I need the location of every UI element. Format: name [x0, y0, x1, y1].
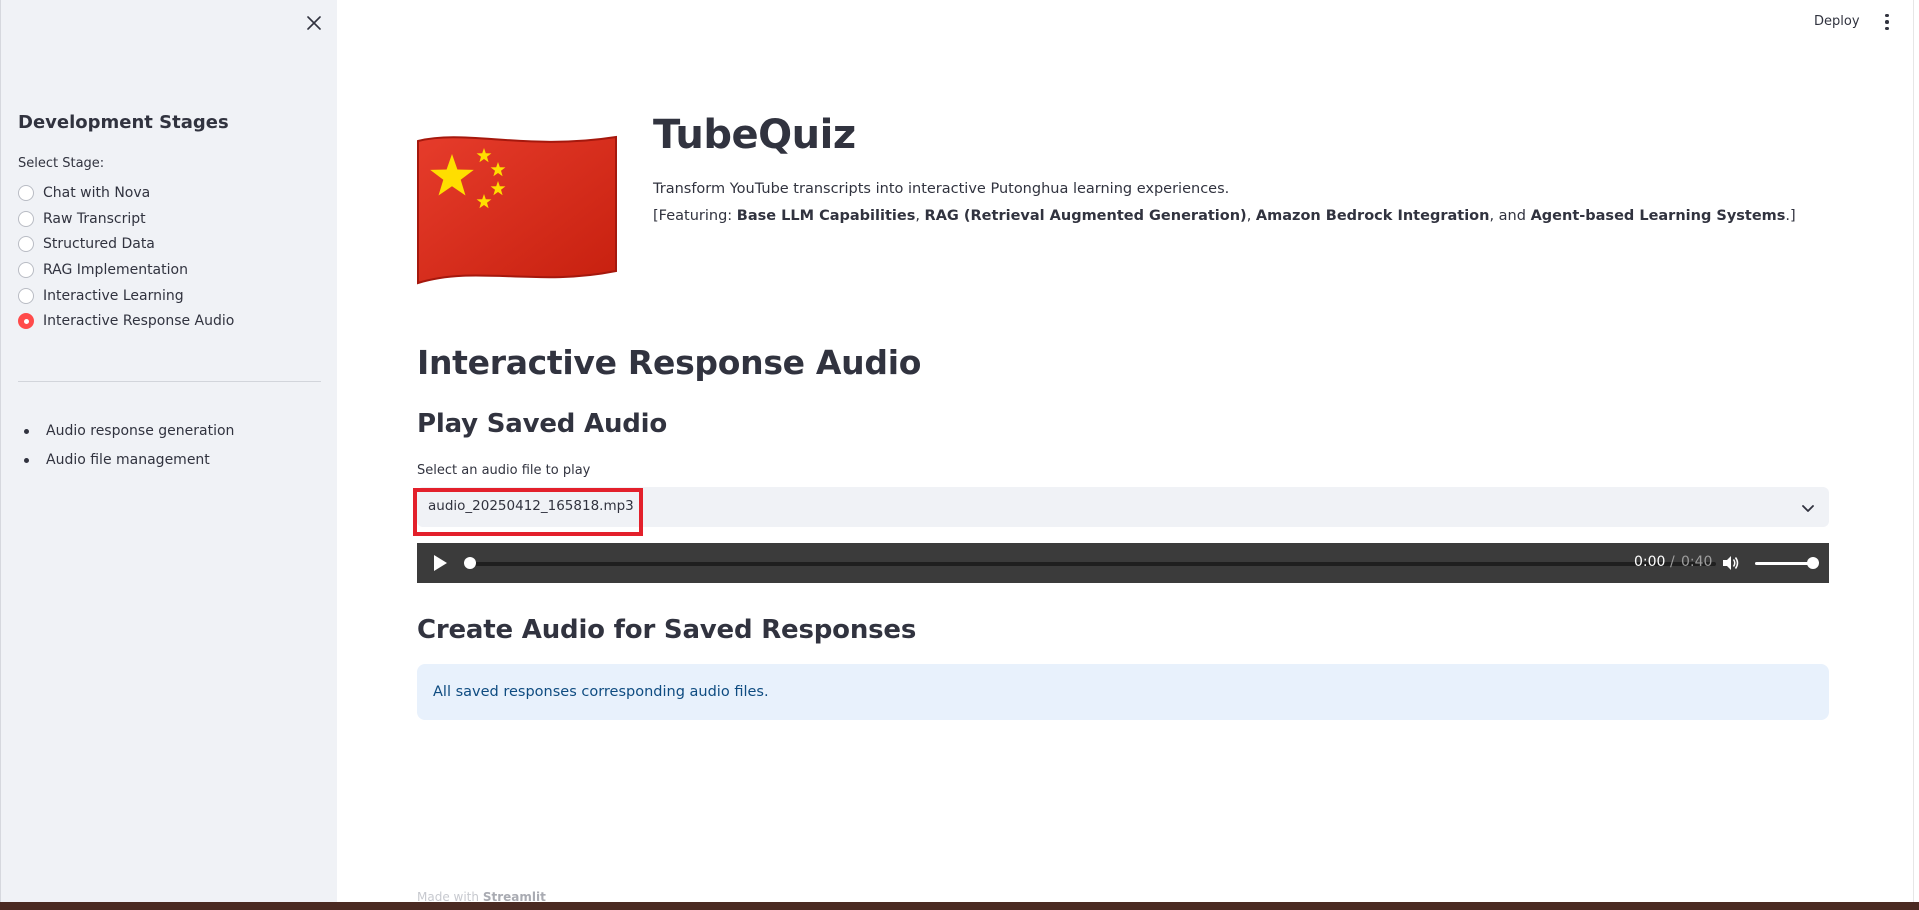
feature-rag: RAG (Retrieval Augmented Generation): [924, 208, 1247, 224]
volume-slider[interactable]: [1755, 561, 1813, 565]
radio-circle[interactable]: [18, 261, 34, 278]
radio-option-rag-implementation[interactable]: RAG Implementation: [18, 257, 234, 283]
radio-label: RAG Implementation: [43, 261, 188, 278]
radio-option-chat-with-nova[interactable]: Chat with Nova: [18, 180, 234, 206]
radio-circle[interactable]: [18, 184, 34, 201]
radio-circle[interactable]: [18, 236, 34, 253]
chevron-down-icon[interactable]: [1801, 500, 1815, 514]
sidebar: Development Stages Select Stage: Chat wi…: [0, 0, 337, 902]
features-prefix: [Featuring:: [653, 208, 737, 224]
stage-radio-group: Chat with Nova Raw Transcript Structured…: [18, 180, 234, 334]
radio-option-interactive-learning[interactable]: Interactive Learning: [18, 283, 234, 309]
radio-option-raw-transcript[interactable]: Raw Transcript: [18, 206, 234, 232]
volume-icon[interactable]: [1722, 555, 1740, 571]
radio-option-structured-data[interactable]: Structured Data: [18, 231, 234, 257]
feature-bullet-list: Audio response generation Audio file man…: [23, 420, 234, 478]
scrollbar-horizontal[interactable]: [0, 902, 1919, 910]
features-sep: ,: [915, 208, 925, 224]
total-time: 0:40: [1681, 554, 1713, 570]
app-title: TubeQuiz: [653, 112, 856, 158]
features-sep: , and: [1489, 208, 1531, 224]
feature-bedrock: Amazon Bedrock Integration: [1255, 208, 1490, 224]
play-icon[interactable]: [434, 555, 447, 571]
seek-bar[interactable]: [470, 561, 1716, 566]
close-icon[interactable]: [303, 12, 325, 34]
features-suffix: .]: [1785, 208, 1796, 224]
scrollbar-vertical[interactable]: [1913, 0, 1919, 902]
info-text: All saved responses corresponding audio …: [433, 684, 769, 700]
audio-file-select[interactable]: audio_20250412_165818.mp3: [417, 487, 1829, 527]
radio-label: Chat with Nova: [43, 184, 151, 201]
sidebar-title: Development Stages: [18, 112, 229, 133]
china-flag-icon: [416, 135, 618, 285]
radio-circle[interactable]: [18, 210, 34, 227]
radio-label: Interactive Learning: [43, 287, 184, 304]
radio-label: Interactive Response Audio: [43, 313, 235, 330]
audio-player[interactable]: 0:00 / 0:40: [417, 543, 1829, 583]
selected-audio-file: audio_20250412_165818.mp3: [428, 498, 634, 514]
page-heading: Interactive Response Audio: [417, 343, 922, 382]
features-sep: ,: [1246, 208, 1256, 224]
list-item: Audio response generation: [23, 420, 234, 449]
play-saved-audio-heading: Play Saved Audio: [417, 409, 668, 439]
seek-thumb[interactable]: [464, 557, 476, 569]
info-alert: All saved responses corresponding audio …: [417, 664, 1829, 720]
radio-label: Raw Transcript: [43, 210, 146, 227]
radio-label: Structured Data: [43, 236, 155, 253]
stage-select-label: Select Stage:: [18, 156, 105, 171]
time-separator: /: [1670, 554, 1675, 570]
more-vertical-icon[interactable]: [1878, 10, 1896, 34]
sidebar-divider: [18, 381, 321, 382]
create-audio-heading: Create Audio for Saved Responses: [417, 615, 917, 645]
audio-select-label: Select an audio file to play: [417, 463, 591, 478]
volume-thumb[interactable]: [1807, 557, 1819, 569]
radio-circle-selected[interactable]: [18, 313, 34, 330]
features-line: [Featuring: Base LLM Capabilities, RAG (…: [653, 208, 1796, 224]
feature-base-llm: Base LLM Capabilities: [736, 208, 916, 224]
radio-circle[interactable]: [18, 287, 34, 304]
list-item: Audio file management: [23, 449, 234, 478]
deploy-button[interactable]: Deploy: [1808, 10, 1866, 33]
current-time: 0:00: [1634, 554, 1666, 570]
app-subtitle: Transform YouTube transcripts into inter…: [653, 181, 1230, 197]
radio-option-interactive-response-audio[interactable]: Interactive Response Audio: [18, 308, 234, 334]
feature-agents: Agent-based Learning Systems: [1530, 208, 1786, 224]
